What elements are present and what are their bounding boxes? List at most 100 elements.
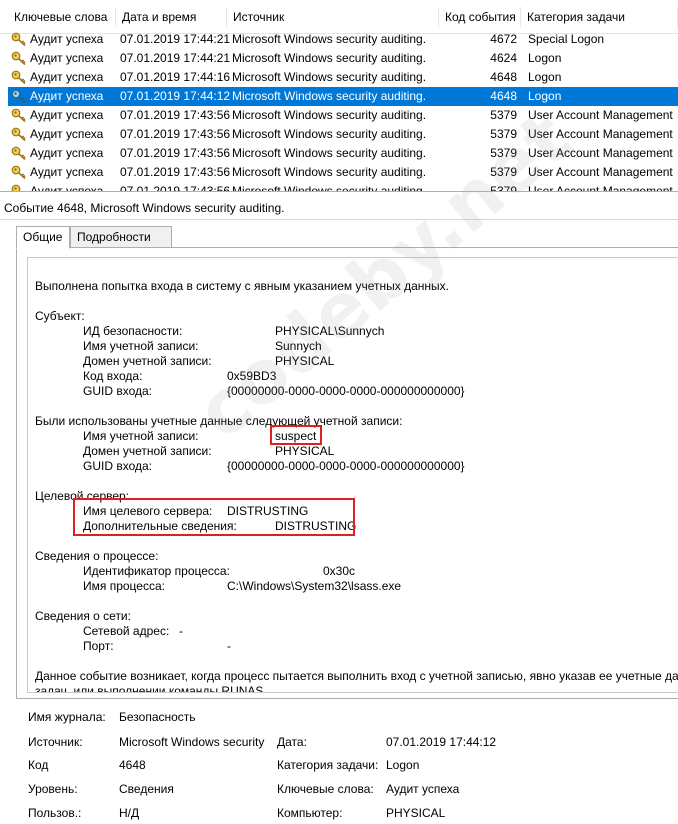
event-row-datetime: 07.01.2019 17:44:21: [120, 51, 230, 65]
event-row-keyword: Аудит успеха: [8, 87, 116, 106]
prop-category-value: Logon: [386, 758, 420, 772]
event-row[interactable]: Аудит успеха 07.01.2019 17:43:56 Microsoft…: [8, 125, 678, 144]
event-row[interactable]: Аудит успеха 07.01.2019 17:43:56 Microsoft…: [8, 182, 678, 192]
event-row-source: Microsoft Windows security auditing.: [232, 51, 427, 65]
event-row-event-id: 5379: [490, 184, 517, 192]
event-row-keyword-text: Аудит успеха: [30, 70, 104, 84]
suspect-highlight-box: [270, 425, 322, 445]
event-row[interactable]: Аудит успеха 07.01.2019 17:44:21 Microsoft…: [8, 30, 678, 49]
event-row-datetime: 07.01.2019 17:43:56: [120, 146, 230, 160]
event-row-datetime: 07.01.2019 17:43:56: [120, 108, 230, 122]
column-header-keywords[interactable]: Ключевые слова: [8, 7, 116, 27]
description-footer-line2: задач, или выполнении команды RUNAS.: [35, 684, 267, 693]
event-list-header: Ключевые слова Дата и время Источник Код…: [0, 0, 678, 34]
event-row-keyword-text: Аудит успеха: [30, 32, 104, 46]
event-row-keyword-text: Аудит успеха: [30, 89, 104, 103]
event-row-keyword-text: Аудит успеха: [30, 146, 104, 160]
event-row-keyword: Аудит успеха: [8, 49, 116, 68]
event-row-datetime: 07.01.2019 17:44:21: [120, 32, 230, 46]
event-detail-title: Событие 4648, Microsoft Windows security…: [0, 196, 678, 220]
event-row[interactable]: Аудит успеха 07.01.2019 17:44:21 Microsoft…: [8, 49, 678, 68]
event-row-keyword: Аудит успеха: [8, 182, 116, 192]
event-row-event-id: 4648: [490, 89, 517, 103]
event-row-datetime: 07.01.2019 17:44:16: [120, 70, 230, 84]
event-row-category: Logon: [528, 51, 562, 65]
event-row-event-id: 4648: [490, 70, 517, 84]
event-row-event-id: 4624: [490, 51, 517, 65]
credentials-domain-value: PHYSICAL: [275, 444, 335, 458]
event-row[interactable]: Аудит успеха 07.01.2019 17:43:56 Microsoft…: [8, 163, 678, 182]
event-row-keyword-text: Аудит успеха: [30, 51, 104, 65]
event-row-source: Microsoft Windows security auditing.: [232, 165, 427, 179]
tab-general[interactable]: Общие: [16, 226, 70, 249]
process-heading: Сведения о процессе:: [35, 549, 159, 563]
event-row[interactable]: Аудит успеха 07.01.2019 17:44:16 Microsoft…: [8, 68, 678, 87]
subject-account-value: Sunnych: [275, 339, 322, 353]
target-server-highlight-box: [73, 498, 355, 536]
prop-keywords-value: Аудит успеха: [386, 782, 460, 796]
column-header-event-id[interactable]: Код события: [439, 7, 521, 27]
prop-computer-value: PHYSICAL: [386, 806, 446, 820]
subject-sid-value: PHYSICAL\Sunnych: [275, 324, 385, 338]
key-icon: [11, 108, 27, 123]
key-icon: [11, 70, 27, 85]
prop-date-label: Дата:: [277, 735, 307, 749]
prop-date-value: 07.01.2019 17:44:12: [386, 735, 497, 749]
subject-heading: Субъект:: [35, 309, 85, 323]
prop-level-value: Сведения: [119, 782, 174, 796]
event-row-keyword: Аудит успеха: [8, 30, 116, 49]
column-header-task-category[interactable]: Категория задачи: [521, 7, 678, 27]
subject-logon-id-value: 0x59BD3: [227, 369, 277, 383]
column-header-source[interactable]: Источник: [227, 7, 439, 27]
event-row-keyword: Аудит успеха: [8, 106, 116, 125]
prop-user-label: Пользов.:: [28, 806, 82, 820]
subject-domain-value: PHYSICAL: [275, 354, 335, 368]
event-row-keyword-text: Аудит успеха: [30, 184, 104, 192]
prop-user-value: Н/Д: [119, 806, 140, 820]
key-icon: [11, 89, 27, 104]
event-row-category: User Account Management: [528, 165, 673, 179]
column-header-datetime[interactable]: Дата и время: [116, 7, 227, 27]
event-row-keyword-text: Аудит успеха: [30, 165, 104, 179]
credentials-guid-value: {00000000-0000-0000-0000-000000000000}: [227, 459, 465, 473]
event-row-category: User Account Management: [528, 127, 673, 141]
subject-sid-label: ИД безопасности:: [83, 324, 183, 338]
event-description[interactable]: Выполнена попытка входа в систему с явны…: [27, 257, 678, 693]
key-icon: [11, 127, 27, 142]
subject-logon-id-label: Код входа:: [83, 369, 143, 383]
event-row-datetime: 07.01.2019 17:43:56: [120, 184, 230, 192]
network-port-value: -: [227, 639, 231, 653]
key-icon: [11, 184, 27, 191]
event-row-source: Microsoft Windows security auditing.: [232, 32, 427, 46]
prop-computer-label: Компьютер:: [277, 806, 343, 820]
network-port-label: Порт:: [83, 639, 114, 653]
process-pid-value: 0x30c: [323, 564, 356, 578]
subject-domain-label: Домен учетной записи:: [83, 354, 212, 368]
event-list[interactable]: Ключевые слова Дата и время Источник Код…: [0, 0, 678, 192]
event-row-keyword: Аудит успеха: [8, 68, 116, 87]
event-row-source: Microsoft Windows security auditing.: [232, 127, 427, 141]
credentials-heading: Были использованы учетные данные следующ…: [35, 414, 403, 428]
prop-log-name-label-text: Имя журнала:: [28, 710, 106, 724]
event-row-category: Logon: [528, 70, 562, 84]
event-row[interactable]: Аудит успеха 07.01.2019 17:43:56 Microsoft…: [8, 144, 678, 163]
key-icon: [11, 165, 27, 180]
event-row-category: User Account Management: [528, 108, 673, 122]
event-row-keyword: Аудит успеха: [8, 125, 116, 144]
event-row-datetime: 07.01.2019 17:43:56: [120, 165, 230, 179]
prop-source-value: Microsoft Windows security: [119, 735, 265, 749]
prop-source-label: Источник:: [28, 735, 83, 749]
prop-level-label: Уровень:: [28, 782, 78, 796]
event-row[interactable]: Аудит успеха 07.01.2019 17:44:12 Microsoft…: [8, 87, 678, 106]
prop-keywords-label: Ключевые слова:: [277, 782, 374, 796]
event-row-category: User Account Management: [528, 146, 673, 160]
event-row-keyword-text: Аудит успеха: [30, 127, 104, 141]
event-row-source: Microsoft Windows security auditing.: [232, 108, 427, 122]
event-row-source: Microsoft Windows security auditing.: [232, 70, 427, 84]
event-row-category: Special Logon: [528, 32, 605, 46]
process-name-label: Имя процесса:: [83, 579, 165, 593]
general-tab-panel: Выполнена попытка входа в систему с явны…: [16, 247, 678, 699]
tab-details[interactable]: Подробности: [70, 226, 172, 248]
prop-code-value: 4648: [119, 758, 146, 772]
event-row[interactable]: Аудит успеха 07.01.2019 17:43:56 Microsoft…: [8, 106, 678, 125]
